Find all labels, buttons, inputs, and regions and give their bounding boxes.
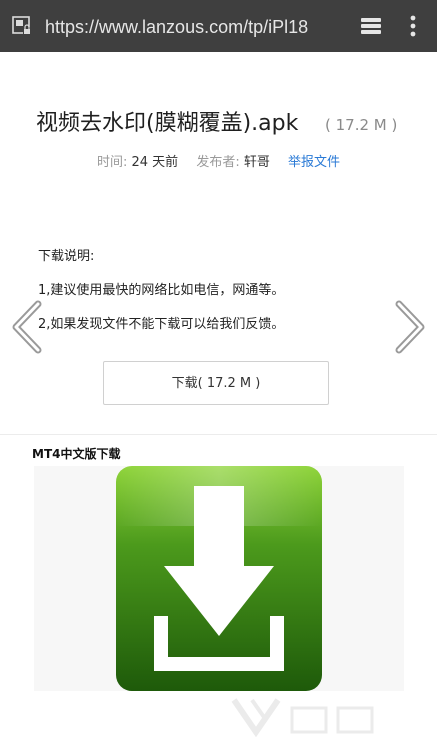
file-meta: 时间: 24 天前 发布者: 轩哥 举报文件 <box>0 152 437 174</box>
file-size: ( 17.2 M ) <box>325 116 398 134</box>
report-file-link[interactable]: 举报文件 <box>288 155 340 170</box>
publisher-label: 发布者: <box>196 155 240 170</box>
download-notes: 下载说明: 1,建议使用最快的网络比如电信，网通等。 2,如果发现文件不能下载可… <box>38 240 398 342</box>
browser-address-bar: https://www.lanzous.com/tp/iPl18 <box>0 0 437 52</box>
section-title: MT4中文版下载 <box>32 447 121 461</box>
notes-heading: 下载说明: <box>38 249 95 264</box>
web-page: 视频去水印(膜糊覆盖).apk ( 17.2 M ) 时间: 24 天前 发布者… <box>0 52 437 738</box>
download-banner-image[interactable] <box>34 466 404 691</box>
site-info-icon[interactable] <box>12 16 32 36</box>
notes-line-2: 2,如果发现文件不能下载可以给我们反馈。 <box>38 317 285 332</box>
next-arrow-icon[interactable] <box>393 300 427 354</box>
url-text[interactable]: https://www.lanzous.com/tp/iPl18 <box>45 15 340 39</box>
publisher-value: 轩哥 <box>243 155 270 170</box>
section-divider <box>0 434 437 435</box>
time-value: 24 天前 <box>131 155 179 170</box>
overflow-menu-icon[interactable] <box>403 14 423 38</box>
time-label: 时间: <box>96 155 128 170</box>
download-button[interactable]: 下载( 17.2 M ) <box>103 361 329 405</box>
notes-line-1: 1,建议使用最快的网络比如电信，网通等。 <box>38 283 285 298</box>
watermark-logo-icon <box>231 698 374 738</box>
file-title: 视频去水印(膜糊覆盖).apk <box>36 111 299 136</box>
download-arrow-icon <box>34 466 404 691</box>
tabs-icon[interactable] <box>360 16 382 36</box>
previous-arrow-icon[interactable] <box>10 300 44 354</box>
